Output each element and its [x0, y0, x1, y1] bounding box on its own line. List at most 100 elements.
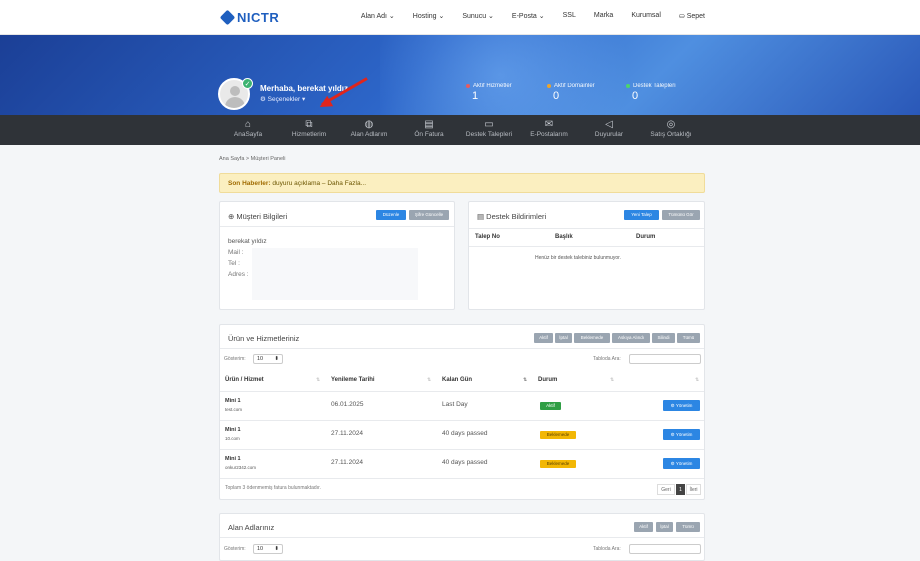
- row-domain[interactable]: onkur2342.com: [225, 465, 256, 470]
- filter-cancelled[interactable]: İptal: [656, 522, 673, 532]
- domains-card: Alan Adlarınız Aktif İptal Tümü Gösterim…: [219, 513, 705, 561]
- sort-icon[interactable]: ⇅: [610, 377, 614, 383]
- empty-tickets-text: Henüz bir destek talebiniz bulunmuyor.: [535, 255, 621, 261]
- col-status: Durum: [636, 234, 656, 240]
- nav-label: AnaSayfa: [233, 131, 263, 138]
- update-password-button[interactable]: Şifre Güncelle: [409, 210, 449, 220]
- page-size-select[interactable]: 10 ⬍: [253, 544, 283, 554]
- filter-deleted[interactable]: Silindi: [652, 333, 675, 343]
- stat-value: 0: [632, 90, 639, 102]
- table-search-input[interactable]: [629, 354, 701, 364]
- nav-label: Ön Fatura: [414, 131, 444, 138]
- customer-card-title: ⊕ Müşteri Bilgileri: [228, 212, 288, 221]
- stat-support-tickets[interactable]: Destek Talepleri 0: [626, 83, 676, 102]
- nav-affiliate[interactable]: ◎ Satış Ortaklığı: [636, 119, 706, 138]
- sort-desc-icon[interactable]: ⇅: [523, 377, 527, 383]
- top-nav-domain[interactable]: Alan Adı ⌄: [361, 12, 395, 20]
- status-badge: Beklemede: [540, 460, 576, 468]
- page-size-value: 10: [257, 356, 264, 362]
- pager-page-1[interactable]: 1: [676, 484, 685, 495]
- customer-name: berekat yıldız: [228, 238, 267, 245]
- row-date: 06.01.2025: [331, 401, 364, 408]
- show-label: Gösterim:: [224, 546, 246, 552]
- col-renewal-date[interactable]: Yenileme Tarihi: [331, 377, 375, 383]
- stat-active-domains[interactable]: Aktif Domainler 0: [547, 83, 595, 102]
- row-days: 40 days passed: [442, 430, 488, 437]
- logo-icon: [219, 9, 236, 26]
- search-label: Tabloda Ara:: [593, 546, 621, 552]
- pager-prev[interactable]: Geri: [657, 484, 675, 495]
- page-size-value: 10: [257, 546, 264, 552]
- table-search-input[interactable]: [629, 544, 701, 554]
- col-status[interactable]: Durum: [538, 377, 557, 383]
- sort-icon[interactable]: ⇅: [427, 377, 431, 383]
- filter-active[interactable]: Aktif: [534, 333, 553, 343]
- manage-button[interactable]: ⚙ Yönetim: [663, 458, 700, 469]
- row-domain[interactable]: 10.com: [225, 436, 240, 441]
- edit-button[interactable]: Düzenle: [376, 210, 406, 220]
- nav-label: Hizmetlerim: [291, 131, 327, 138]
- news-banner[interactable]: Son Haberler: duyuru açıklama – Daha Faz…: [219, 173, 705, 193]
- nav-home[interactable]: ⌂ AnaSayfa: [213, 119, 283, 138]
- top-nav-cart[interactable]: ⛀ Sepet: [679, 12, 705, 20]
- sort-icon[interactable]: ⇅: [695, 377, 699, 383]
- top-nav-email[interactable]: E-Posta ⌄: [512, 12, 545, 20]
- filter-all[interactable]: Tümü: [676, 522, 700, 532]
- row-date: 27.11.2024: [331, 459, 364, 466]
- top-nav-ssl[interactable]: SSL: [563, 12, 576, 20]
- stat-value: 1: [472, 90, 479, 102]
- nav-announcements[interactable]: ◁ Duyurular: [574, 119, 644, 138]
- stat-label: Aktif Hizmetler: [473, 83, 512, 89]
- divider: [220, 449, 704, 450]
- filter-all[interactable]: Tümü: [677, 333, 700, 343]
- divider: [469, 246, 704, 247]
- products-card: Ürün ve Hizmetleriniz Aktif İptal Beklem…: [219, 324, 705, 500]
- chevron-down-icon: ⬍: [274, 546, 279, 552]
- top-bar: NICTR Alan Adı ⌄ Hosting ⌄ Sunucu ⌄ E-Po…: [0, 0, 920, 35]
- top-nav-hosting[interactable]: Hosting ⌄: [413, 12, 445, 20]
- red-dot-icon: [466, 84, 470, 88]
- mail-label: Mail :: [228, 249, 244, 256]
- greeting: Merhaba, berekat yıldız: [260, 84, 349, 93]
- verified-check-icon: ✓: [242, 78, 253, 89]
- manage-button[interactable]: ⚙ Yönetim: [663, 400, 700, 411]
- top-nav-brand[interactable]: Marka: [594, 12, 613, 20]
- row-product: Mini 1: [225, 427, 241, 433]
- nav-label: E-Postalarım: [530, 131, 568, 138]
- col-remaining-days[interactable]: Kalan Gün: [442, 377, 472, 383]
- breadcrumb[interactable]: Ana Sayfa > Müşteri Paneli: [219, 156, 286, 162]
- status-badge: Beklemede: [540, 431, 576, 439]
- col-ticket-no: Talep No: [475, 234, 500, 240]
- nav-label: Duyurular: [594, 131, 624, 138]
- divider: [220, 478, 704, 479]
- products-card-title: Ürün ve Hizmetleriniz: [228, 334, 300, 343]
- redacted-area: [252, 248, 418, 300]
- main-nav: ⌂ AnaSayfa ⧉ Hizmetlerim ◍ Alan Adlarım ▤ Ön…: [0, 115, 920, 145]
- options-dropdown[interactable]: ⚙ Seçenekler ▾: [260, 95, 305, 103]
- view-all-tickets-button[interactable]: Tümünü Gör: [662, 210, 700, 220]
- row-product: Mini 1: [225, 398, 241, 404]
- filter-active[interactable]: Aktif: [634, 522, 653, 532]
- support-card-title: ▤ Destek Bildirimleri: [477, 212, 547, 221]
- sort-icon[interactable]: ⇅: [316, 377, 320, 383]
- nav-label: Alan Adlarım: [350, 131, 388, 138]
- filter-cancelled[interactable]: İptal: [555, 333, 572, 343]
- site-logo[interactable]: NICTR: [219, 9, 279, 26]
- filter-pending[interactable]: Beklemede: [574, 333, 610, 343]
- manage-button[interactable]: ⚙ Yönetim: [663, 429, 700, 440]
- new-ticket-button[interactable]: Yeni Talep: [624, 210, 659, 220]
- filter-suspended[interactable]: Askıya Alındı: [612, 333, 650, 343]
- status-badge: Aktif: [540, 402, 561, 410]
- news-text: duyuru açıklama – Daha Fazla...: [270, 180, 367, 187]
- row-domain[interactable]: test.com: [225, 407, 242, 412]
- customer-info-card: ⊕ Müşteri Bilgileri Düzenle Şifre Güncel…: [219, 201, 455, 310]
- page-size-select[interactable]: 10 ⬍: [253, 354, 283, 364]
- top-nav-corporate[interactable]: Kurumsal: [631, 12, 661, 20]
- stat-label: Aktif Domainler: [554, 83, 595, 89]
- col-product[interactable]: Ürün / Hizmet: [225, 377, 264, 383]
- orange-dot-icon: [547, 84, 551, 88]
- pager-next[interactable]: İleri: [686, 484, 701, 495]
- stat-active-services[interactable]: Aktif Hizmetler 1: [466, 83, 512, 102]
- top-nav-server[interactable]: Sunucu ⌄: [462, 12, 494, 20]
- avatar-head: [230, 86, 240, 96]
